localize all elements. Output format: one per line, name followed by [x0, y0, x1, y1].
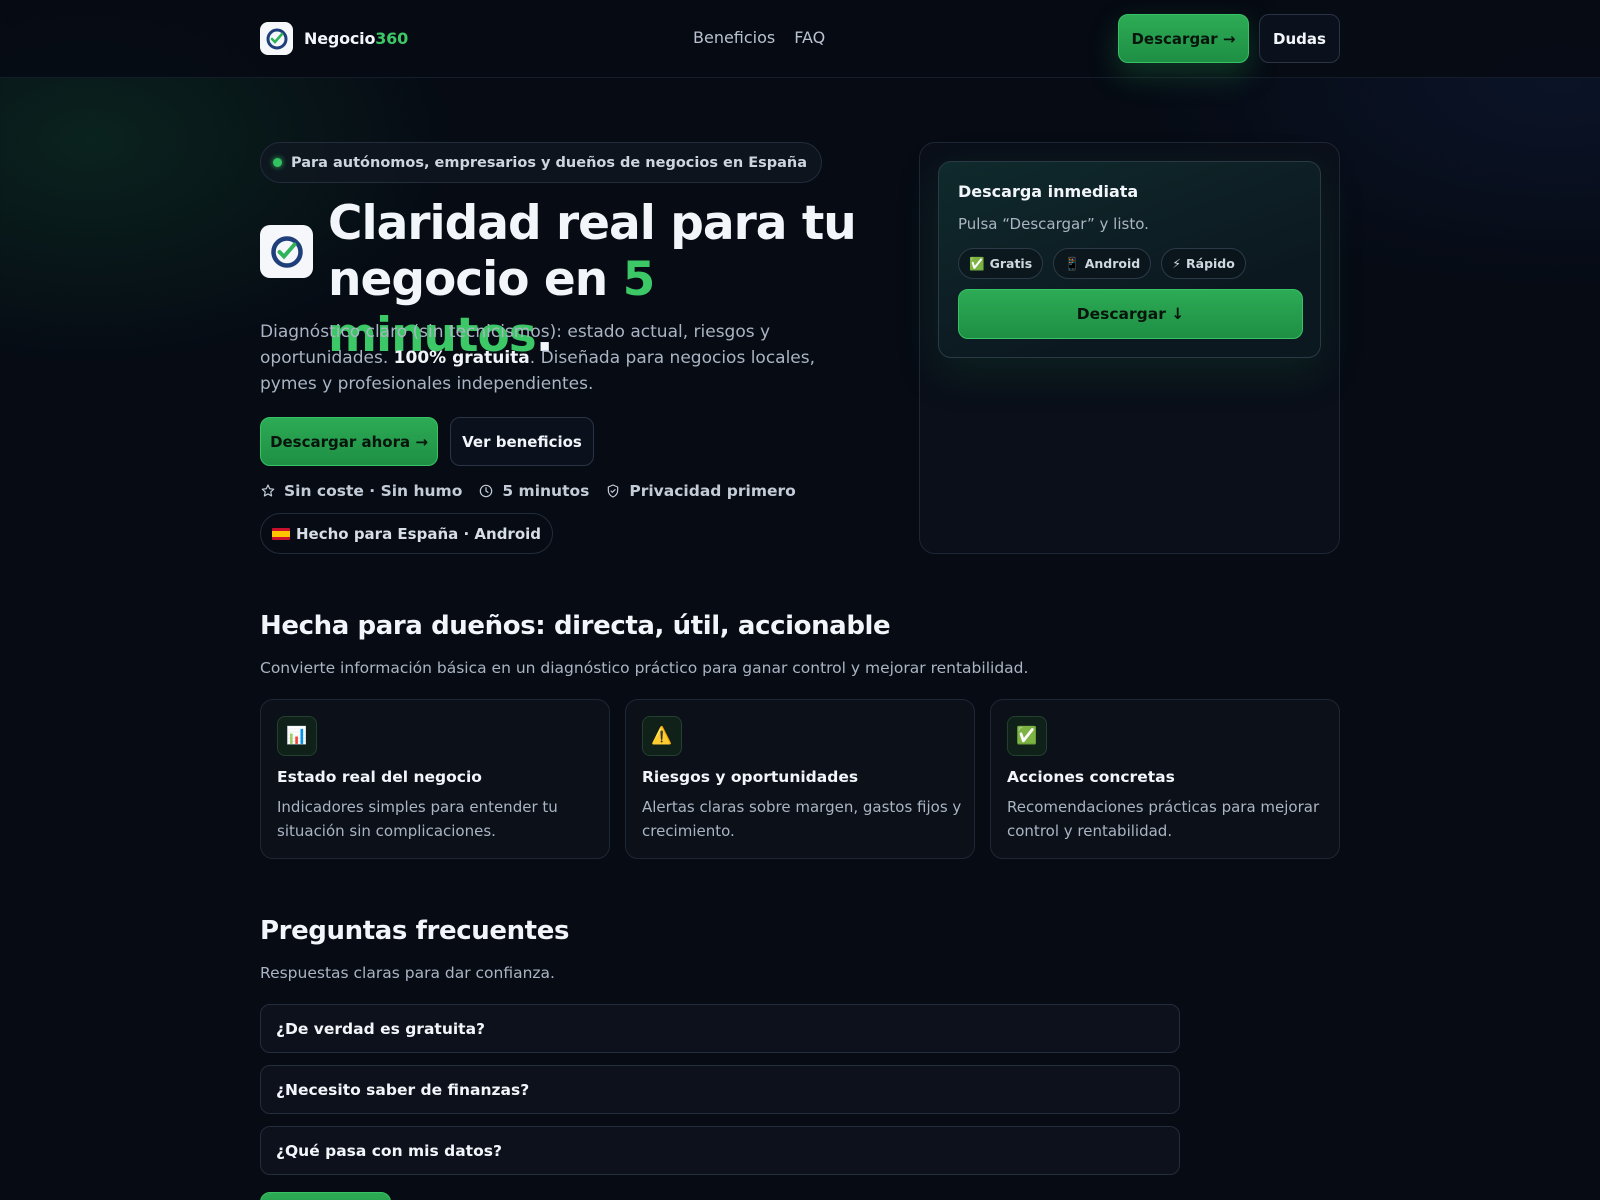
benefit-card-actions: ✅ Acciones concretas Recomendaciones prá…	[990, 699, 1340, 859]
warning-icon: ⚠️	[642, 716, 682, 756]
benefit-card-title: Estado real del negocio	[277, 768, 482, 786]
download-card-button[interactable]: Descargar ↓	[958, 289, 1303, 339]
brand[interactable]: Negocio360	[260, 22, 408, 55]
benefit-card-title: Acciones concretas	[1007, 768, 1175, 786]
download-now-button[interactable]: Descargar ahora →	[260, 417, 438, 466]
status-dot-icon	[273, 158, 282, 167]
download-card-subtitle: Pulsa “Descargar” y listo.	[958, 215, 1149, 233]
feature-no-cost: Sin coste · Sin humo	[260, 482, 462, 500]
chip-gratis: ✅ Gratis	[958, 248, 1044, 279]
feature-list: Sin coste · Sin humo 5 minutos Privacida…	[260, 482, 796, 500]
spain-flag-icon	[272, 527, 290, 540]
faq-item-data[interactable]: ¿Qué pasa con mis datos?	[260, 1126, 1180, 1175]
star-icon	[261, 484, 275, 497]
hero-logo-icon	[260, 225, 313, 278]
nav-faq[interactable]: FAQ	[794, 28, 825, 47]
faq-cta-button[interactable]	[260, 1192, 391, 1200]
check-icon: ✅	[969, 255, 985, 271]
main-nav: Beneficios FAQ	[693, 28, 825, 47]
brand-name: Negocio360	[304, 29, 409, 48]
faq-item-free[interactable]: ¿De verdad es gratuita?	[260, 1004, 1180, 1053]
download-card: Descarga inmediata Pulsa “Descargar” y l…	[938, 161, 1321, 358]
bar-chart-icon: 📊	[277, 716, 317, 756]
download-chips: ✅ Gratis 📱 Android ⚡ Rápido	[958, 248, 1246, 279]
faq-title: Preguntas frecuentes	[260, 916, 570, 946]
check-icon: ✅	[1007, 716, 1047, 756]
header-dudas-button[interactable]: Dudas	[1259, 14, 1340, 63]
phone-icon: 📱	[1064, 255, 1080, 271]
header-download-button[interactable]: Descargar →	[1118, 14, 1249, 63]
feature-privacy: Privacidad primero	[605, 482, 796, 500]
spain-android-badge: Hecho para España · Android	[260, 513, 554, 554]
benefit-card-desc: Alertas claras sobre margen, gastos fijo…	[642, 798, 962, 840]
faq-item-finance[interactable]: ¿Necesito saber de finanzas?	[260, 1065, 1180, 1114]
app-logo-icon	[260, 22, 293, 55]
clock-icon	[480, 484, 493, 498]
chip-android: 📱 Android	[1053, 248, 1152, 279]
shield-icon	[608, 484, 619, 498]
faq-subtitle: Respuestas claras para dar confianza.	[260, 964, 555, 982]
benefits-subtitle: Convierte información básica en un diagn…	[260, 659, 1029, 677]
lightning-icon: ⚡	[1172, 256, 1182, 271]
benefits-title: Hecha para dueños: directa, útil, accion…	[260, 611, 891, 641]
benefit-card-title: Riesgos y oportunidades	[642, 768, 859, 786]
benefit-card-risks: ⚠️ Riesgos y oportunidades Alertas clara…	[625, 699, 975, 859]
hero-description: Diagnóstico claro (sin tecnicismos): est…	[260, 322, 816, 394]
chip-rapido: ⚡ Rápido	[1161, 248, 1246, 279]
benefit-card-desc: Indicadores simples para entender tu sit…	[277, 798, 558, 840]
feature-five-minutes: 5 minutos	[478, 482, 589, 500]
nav-beneficios[interactable]: Beneficios	[693, 28, 775, 47]
benefit-card-status: 📊 Estado real del negocio Indicadores si…	[260, 699, 610, 859]
benefit-card-desc: Recomendaciones prácticas para mejorar c…	[1007, 798, 1320, 840]
audience-badge: Para autónomos, empresarios y dueños de …	[260, 142, 823, 183]
download-card-title: Descarga inmediata	[958, 182, 1139, 201]
view-benefits-button[interactable]: Ver beneficios	[450, 417, 594, 466]
